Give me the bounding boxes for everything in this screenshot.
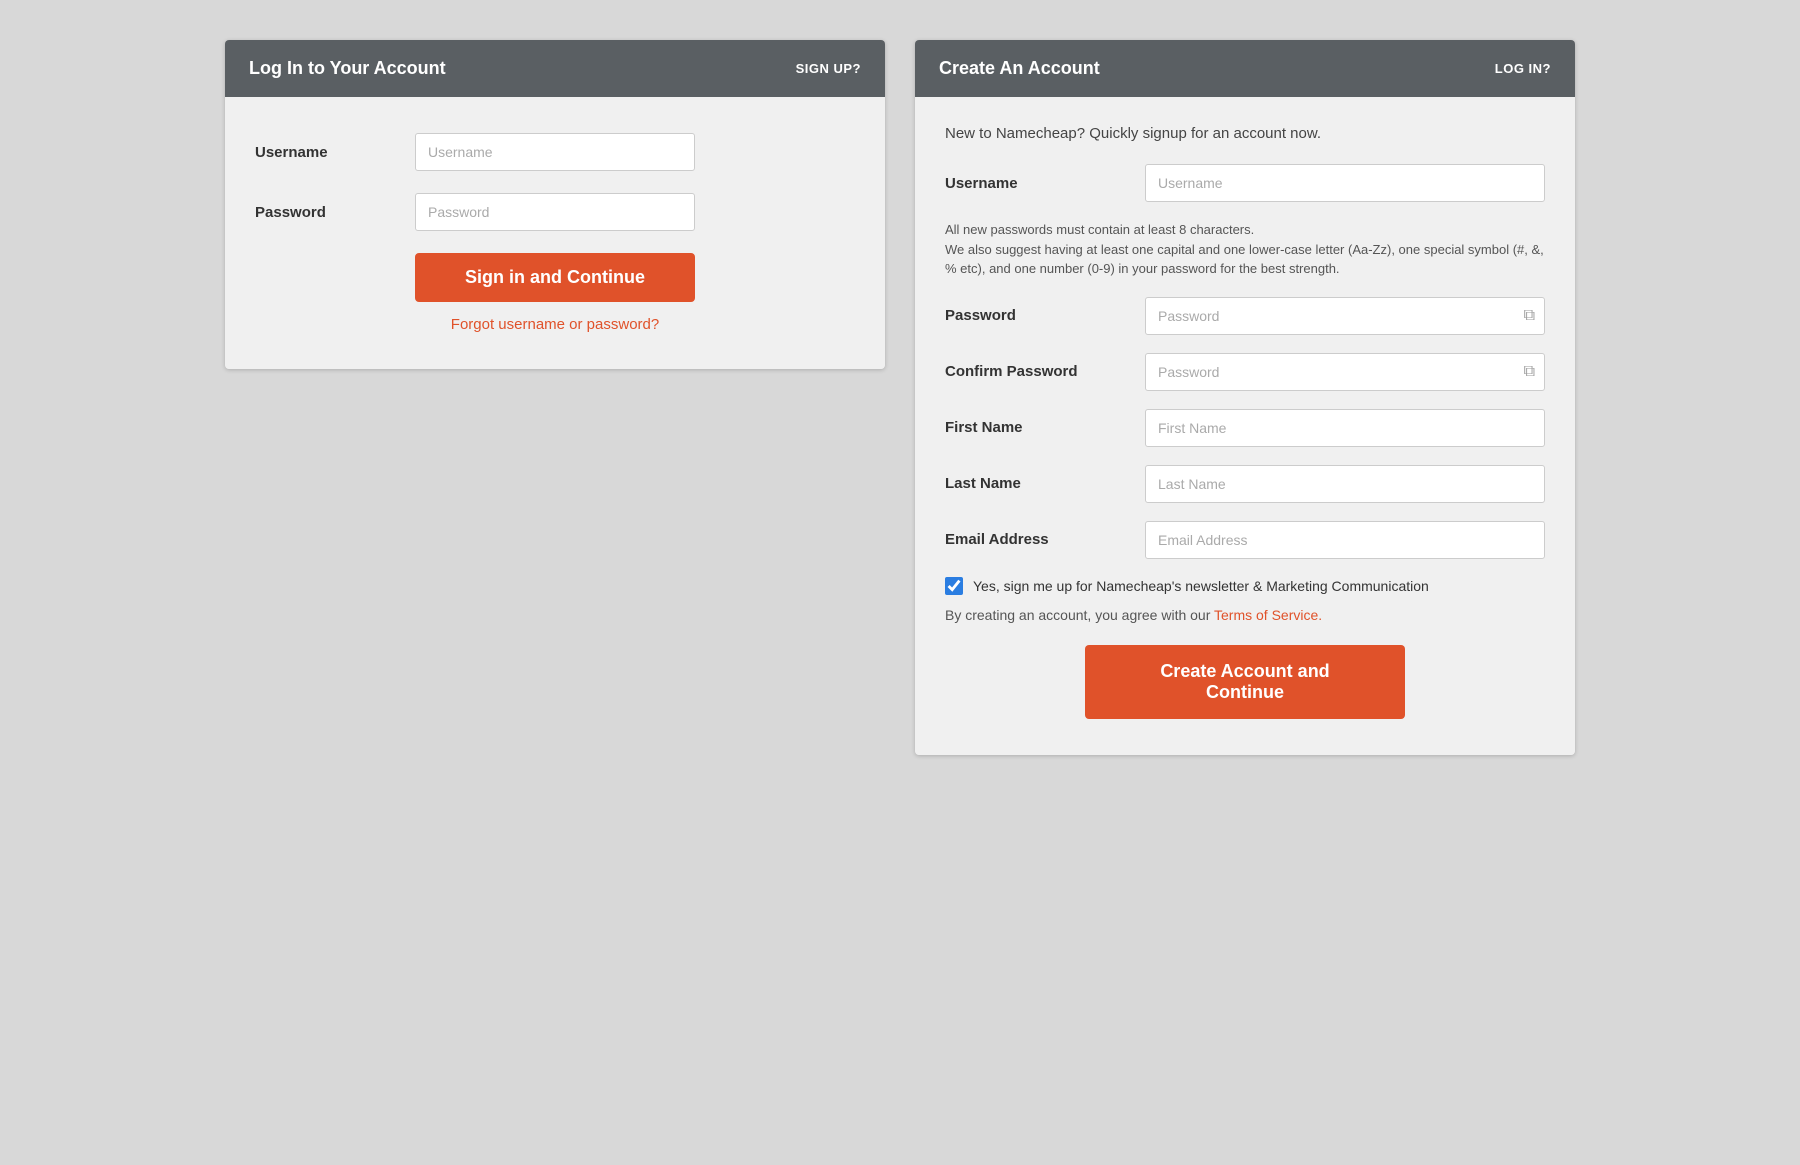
signin-btn-row: Sign in and Continue Forgot username or … xyxy=(255,253,855,333)
login-panel: Log In to Your Account SIGN UP? Username… xyxy=(225,40,885,369)
tos-prefix: By creating an account, you agree with o… xyxy=(945,607,1214,623)
signup-panel-header: Create An Account LOG IN? xyxy=(915,40,1575,97)
signup-confirm-password-input[interactable] xyxy=(1145,353,1545,391)
newsletter-checkbox-row: Yes, sign me up for Namecheap's newslett… xyxy=(945,577,1545,595)
signup-email-input[interactable] xyxy=(1145,521,1545,559)
signup-confirm-password-row: Confirm Password ⧉ xyxy=(945,353,1545,391)
signup-password-input[interactable] xyxy=(1145,297,1545,335)
password-row: Password xyxy=(255,193,855,231)
login-panel-header: Log In to Your Account SIGN UP? xyxy=(225,40,885,97)
signup-first-name-label: First Name xyxy=(945,419,1145,436)
newsletter-label[interactable]: Yes, sign me up for Namecheap's newslett… xyxy=(973,578,1429,594)
create-btn-row: Create Account and Continue xyxy=(945,645,1545,719)
signup-last-name-row: Last Name xyxy=(945,465,1545,503)
signin-button[interactable]: Sign in and Continue xyxy=(415,253,695,302)
tos-text: By creating an account, you agree with o… xyxy=(945,607,1545,623)
signup-panel-body: New to Namecheap? Quickly signup for an … xyxy=(915,97,1575,755)
signup-last-name-input[interactable] xyxy=(1145,465,1545,503)
create-account-button[interactable]: Create Account and Continue xyxy=(1085,645,1405,719)
signup-username-input[interactable] xyxy=(1145,164,1545,202)
signup-confirm-password-label: Confirm Password xyxy=(945,363,1145,380)
username-row: Username xyxy=(255,133,855,171)
signup-username-row: Username xyxy=(945,164,1545,202)
signup-first-name-input[interactable] xyxy=(1145,409,1545,447)
forgot-link[interactable]: Forgot username or password? xyxy=(451,316,659,333)
signup-password-wrapper: ⧉ xyxy=(1145,297,1545,335)
signup-confirm-password-wrapper: ⧉ xyxy=(1145,353,1545,391)
login-link[interactable]: LOG IN? xyxy=(1495,61,1551,76)
signup-intro: New to Namecheap? Quickly signup for an … xyxy=(945,125,1545,142)
confirm-password-toggle-icon[interactable]: ⧉ xyxy=(1524,363,1535,381)
username-input[interactable] xyxy=(415,133,695,171)
login-panel-body: Username Password Sign in and Continue F… xyxy=(225,97,885,369)
login-title: Log In to Your Account xyxy=(249,58,446,79)
signup-email-label: Email Address xyxy=(945,531,1145,548)
password-label: Password xyxy=(255,204,415,221)
signup-last-name-label: Last Name xyxy=(945,475,1145,492)
newsletter-checkbox[interactable] xyxy=(945,577,963,595)
tos-link[interactable]: Terms of Service. xyxy=(1214,607,1322,623)
signup-link[interactable]: SIGN UP? xyxy=(796,61,861,76)
signup-first-name-row: First Name xyxy=(945,409,1545,447)
username-label: Username xyxy=(255,144,415,161)
signup-title: Create An Account xyxy=(939,58,1100,79)
password-input[interactable] xyxy=(415,193,695,231)
signup-password-label: Password xyxy=(945,307,1145,324)
signup-username-label: Username xyxy=(945,175,1145,192)
password-hint: All new passwords must contain at least … xyxy=(945,220,1545,279)
signup-email-row: Email Address xyxy=(945,521,1545,559)
signup-panel: Create An Account LOG IN? New to Nameche… xyxy=(915,40,1575,755)
signup-password-row: Password ⧉ xyxy=(945,297,1545,335)
password-toggle-icon[interactable]: ⧉ xyxy=(1524,307,1535,325)
